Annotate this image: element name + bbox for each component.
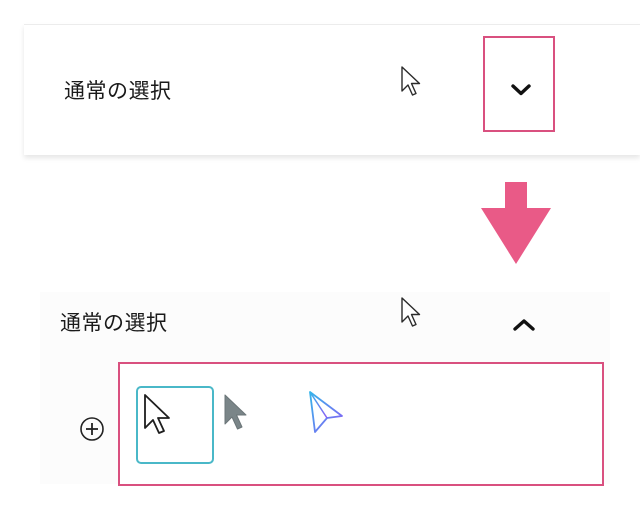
cursor-select-collapsed: 通常の選択 bbox=[24, 24, 640, 155]
cursor-option-default[interactable] bbox=[136, 386, 214, 464]
cursor-options-panel bbox=[118, 362, 604, 486]
cursor-option-gray[interactable] bbox=[222, 392, 252, 436]
chevron-up-icon bbox=[513, 319, 535, 331]
pointer-cursor-icon bbox=[400, 65, 424, 99]
cursor-select-expanded: 通常の選択 bbox=[40, 292, 610, 486]
pointer-cursor-icon bbox=[144, 394, 170, 434]
selection-label: 通常の選択 bbox=[64, 79, 172, 103]
chevron-down-icon bbox=[511, 84, 531, 96]
paper-plane-icon bbox=[309, 391, 343, 433]
gray-pointer-icon bbox=[224, 394, 247, 430]
add-cursor-button[interactable] bbox=[79, 416, 105, 442]
plus-circle-icon bbox=[80, 417, 104, 441]
cursor-option-paper-plane[interactable] bbox=[306, 389, 346, 437]
collapse-toggle-button[interactable] bbox=[502, 310, 546, 340]
expand-toggle-button[interactable] bbox=[483, 36, 555, 132]
pointer-cursor-icon bbox=[400, 296, 424, 330]
selection-label: 通常の選択 bbox=[60, 311, 168, 335]
arrow-down-icon bbox=[481, 182, 551, 264]
